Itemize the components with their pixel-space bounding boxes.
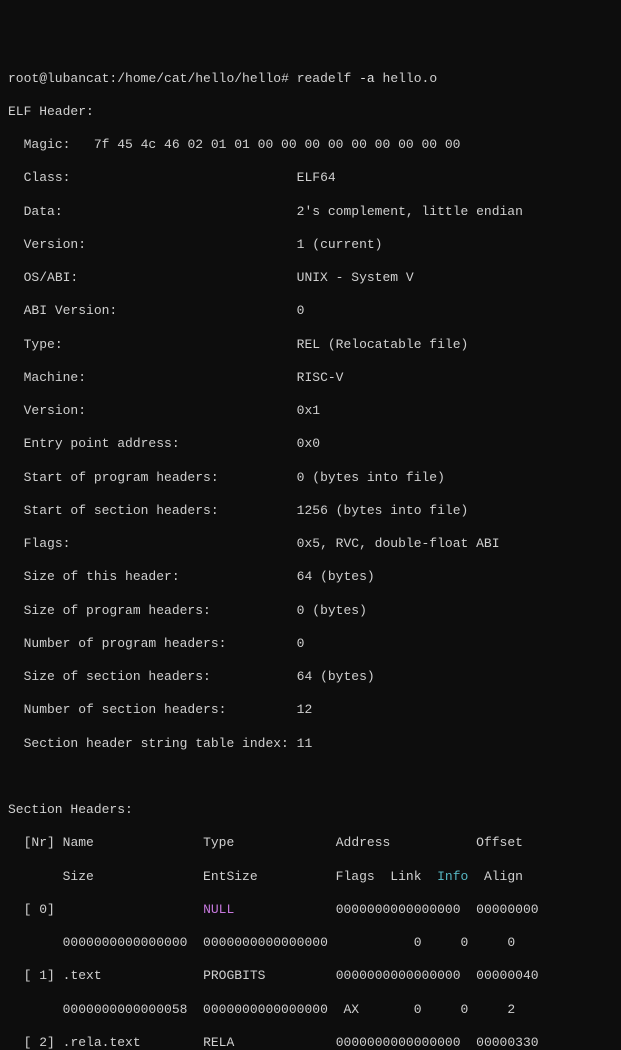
elf-nph: Number of program headers: 0 <box>8 636 613 653</box>
elf-entry: Entry point address: 0x0 <box>8 436 613 453</box>
section-headers-title: Section Headers: <box>8 802 613 819</box>
elf-osabi: OS/ABI: UNIX - System V <box>8 270 613 287</box>
section-row-0b: 0000000000000000 0000000000000000 0 0 0 <box>8 935 613 952</box>
command-flag: -a <box>359 71 375 86</box>
elf-sph2: Size of program headers: 0 (bytes) <box>8 603 613 620</box>
null-type: NULL <box>203 902 234 917</box>
elf-class: Class: ELF64 <box>8 170 613 187</box>
elf-header-title: ELF Header: <box>8 104 613 121</box>
command-arg: hello.o <box>383 71 438 86</box>
prompt-path: /home/cat/hello/hello <box>117 71 281 86</box>
elf-nsh: Number of section headers: 12 <box>8 702 613 719</box>
command: readelf <box>297 71 352 86</box>
elf-machine: Machine: RISC-V <box>8 370 613 387</box>
section-row-0a: [ 0] NULL 0000000000000000 00000000 <box>8 902 613 919</box>
prompt-symbol: # <box>281 71 289 86</box>
prompt-userhost: root@lubancat <box>8 71 109 86</box>
prompt-line: root@lubancat:/home/cat/hello/hello# rea… <box>8 71 613 88</box>
elf-abiver: ABI Version: 0 <box>8 303 613 320</box>
section-cols-2: Size EntSize Flags Link Info Align <box>8 869 613 886</box>
elf-ssh: Start of section headers: 1256 (bytes in… <box>8 503 613 520</box>
blank-line <box>8 769 613 786</box>
elf-sth: Size of this header: 64 (bytes) <box>8 569 613 586</box>
elf-type: Type: REL (Relocatable file) <box>8 337 613 354</box>
section-cols-1: [Nr] Name Type Address Offset <box>8 835 613 852</box>
elf-ssh2: Size of section headers: 64 (bytes) <box>8 669 613 686</box>
elf-shstr: Section header string table index: 11 <box>8 736 613 753</box>
info-col: Info <box>437 869 468 884</box>
section-row-2a: [ 2] .rela.text RELA 0000000000000000 00… <box>8 1035 613 1050</box>
elf-ver2: Version: 0x1 <box>8 403 613 420</box>
elf-magic: Magic: 7f 45 4c 46 02 01 01 00 00 00 00 … <box>8 137 613 154</box>
elf-flags: Flags: 0x5, RVC, double-float ABI <box>8 536 613 553</box>
elf-version: Version: 1 (current) <box>8 237 613 254</box>
elf-data: Data: 2's complement, little endian <box>8 204 613 221</box>
section-row-1a: [ 1] .text PROGBITS 0000000000000000 000… <box>8 968 613 985</box>
section-row-1b: 0000000000000058 0000000000000000 AX 0 0… <box>8 1002 613 1019</box>
elf-sph: Start of program headers: 0 (bytes into … <box>8 470 613 487</box>
